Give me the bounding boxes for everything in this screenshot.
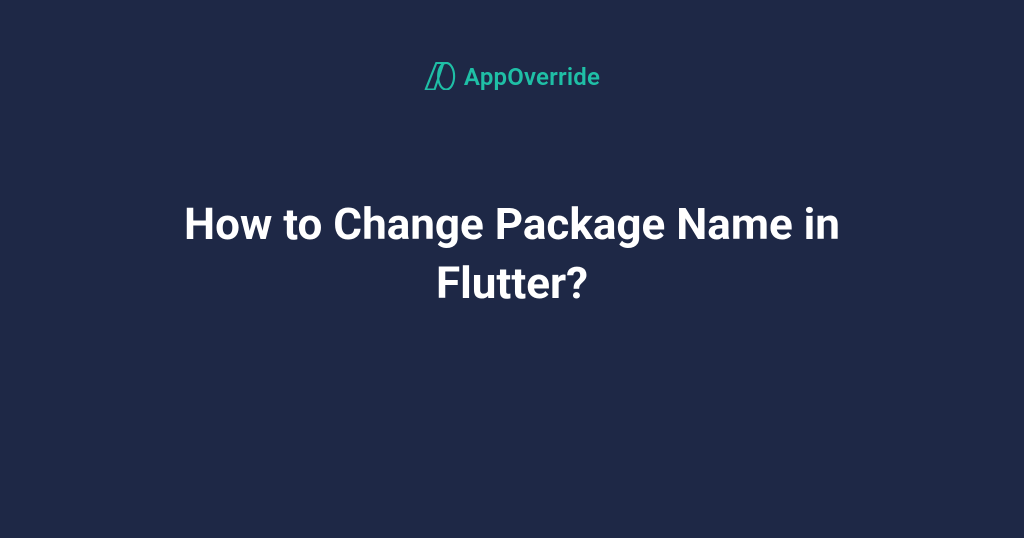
page-title: How to Change Package Name in Flutter?: [132, 195, 892, 314]
brand-logo-text: AppOverride: [464, 65, 600, 89]
brand-logo: AppOverride: [424, 62, 600, 92]
brand-logo-icon: [424, 62, 456, 92]
